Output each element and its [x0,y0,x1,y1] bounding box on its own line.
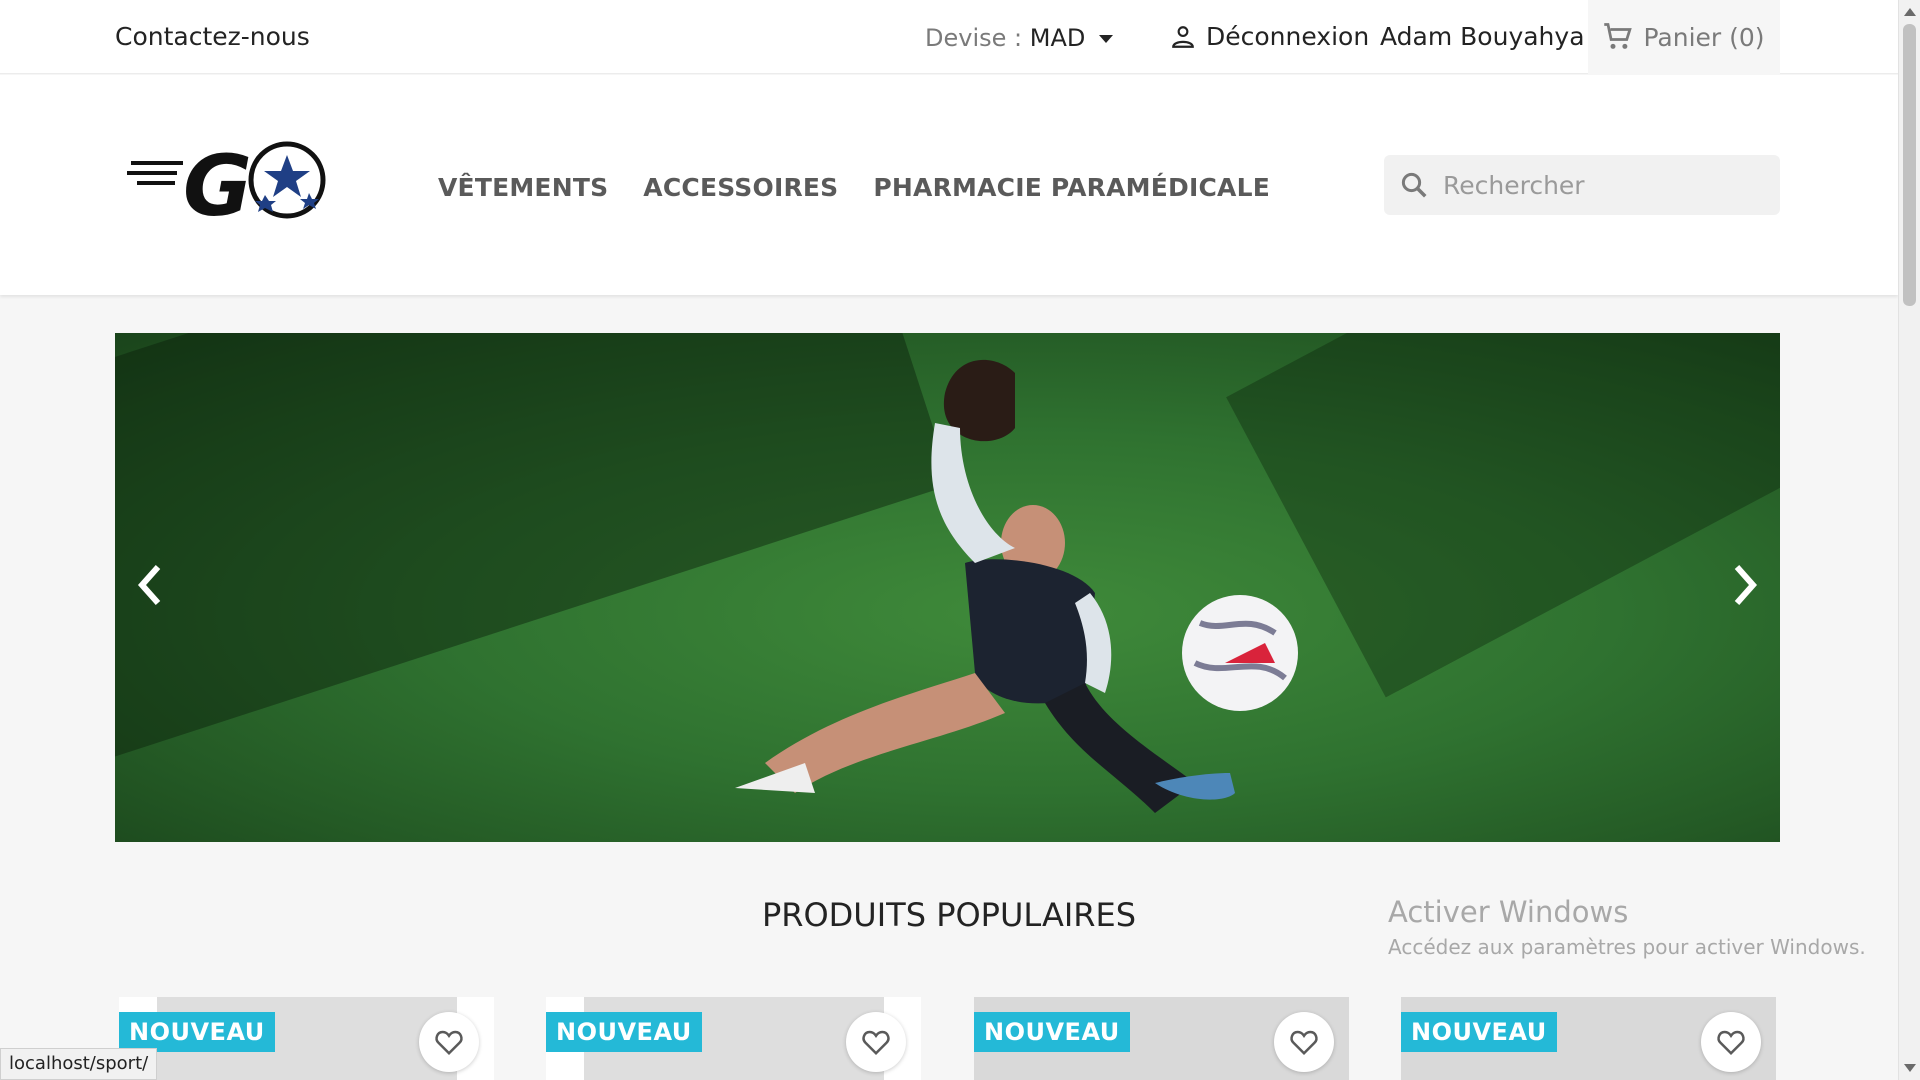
status-url: localhost/sport/ [0,1048,158,1080]
scroll-up-icon[interactable] [1904,8,1916,16]
search-input[interactable] [1443,170,1743,200]
wishlist-button[interactable] [846,1012,906,1072]
currency-value: MAD [1029,24,1086,52]
logo-graphic: GO [127,137,326,235]
main-nav: VÊTEMENTS ACCESSOIRES PHARMACIE PARAMÉDI… [438,173,1270,202]
scroll-down-icon[interactable] [1904,1064,1916,1072]
product-card[interactable]: NOUVEAU [119,997,494,1080]
new-badge: NOUVEAU [119,1012,275,1052]
logout-label: Déconnexion [1206,22,1370,51]
heart-icon [862,1030,890,1056]
product-card[interactable]: NOUVEAU [1401,997,1776,1080]
chevron-left-icon [137,565,161,605]
site-header: GO VÊTEMENTS ACCESSOIRES PHARMACIE PARAM… [0,75,1898,295]
new-badge: NOUVEAU [974,1012,1130,1052]
search-box [1384,155,1780,215]
chevron-right-icon [1734,565,1758,605]
windows-activation-watermark: Activer Windows Accédez aux paramètres p… [1388,895,1866,959]
nav-item-vetements[interactable]: VÊTEMENTS [438,173,608,202]
watermark-title: Activer Windows [1388,895,1629,929]
wishlist-button[interactable] [419,1012,479,1072]
page-scrollbar[interactable] [1898,0,1920,1080]
shopping-cart-icon [1604,23,1633,49]
watermark-subtitle: Accédez aux paramètres pour activer Wind… [1388,935,1866,959]
nav-item-accessoires[interactable]: ACCESSOIRES [643,173,838,202]
product-card[interactable]: NOUVEAU [974,997,1349,1080]
heart-icon [435,1030,463,1056]
user-icon [1172,25,1194,48]
heart-icon [1290,1030,1318,1056]
currency-label: Devise : [925,24,1023,52]
contact-link[interactable]: Contactez-nous [115,22,310,51]
logout-link[interactable]: Déconnexion [1170,22,1369,51]
caret-down-icon [1099,35,1113,43]
wishlist-button[interactable] [1274,1012,1334,1072]
hero-slider [115,333,1780,842]
wishlist-button[interactable] [1701,1012,1761,1072]
currency-selector[interactable]: Devise : MAD [925,24,1113,52]
scrollbar-thumb[interactable] [1903,24,1916,306]
slider-prev-button[interactable] [130,555,170,615]
nav-item-pharmacie[interactable]: PHARMACIE PARAMÉDICALE [873,173,1270,202]
site-logo[interactable]: GO [125,135,345,235]
product-card[interactable]: NOUVEAU [546,997,921,1080]
new-badge: NOUVEAU [1401,1012,1557,1052]
top-bar: Contactez-nous Devise : MAD Déconnexion … [0,0,1898,74]
account-link[interactable]: Adam Bouyahya [1380,22,1585,51]
heart-icon [1717,1030,1745,1056]
slider-next-button[interactable] [1725,555,1765,615]
new-badge: NOUVEAU [546,1012,702,1052]
cart-label: Panier (0) [1643,22,1765,52]
slide-image [735,359,1298,813]
cart-button[interactable]: Panier (0) [1588,0,1780,74]
search-icon[interactable] [1399,170,1429,200]
